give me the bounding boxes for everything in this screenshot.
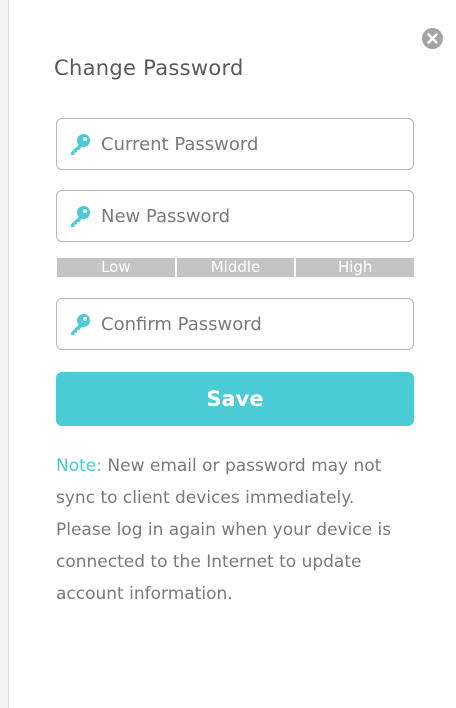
note-text: Note: New email or password may not sync… bbox=[56, 450, 401, 610]
current-password-field[interactable] bbox=[56, 118, 414, 170]
note-label: Note: bbox=[56, 456, 102, 476]
save-button[interactable]: Save bbox=[56, 372, 414, 426]
current-password-input[interactable] bbox=[101, 119, 401, 169]
key-icon bbox=[71, 206, 90, 227]
close-icon[interactable] bbox=[422, 28, 443, 49]
dialog-title: Change Password bbox=[54, 56, 244, 80]
strength-high: High bbox=[294, 258, 414, 277]
new-password-field[interactable] bbox=[56, 190, 414, 242]
strength-middle: Middle bbox=[174, 258, 295, 277]
key-icon bbox=[71, 314, 90, 335]
strength-low: Low bbox=[101, 258, 131, 276]
confirm-password-input[interactable] bbox=[101, 299, 401, 349]
confirm-password-field[interactable] bbox=[56, 298, 414, 350]
password-strength-meter: Low Middle High bbox=[57, 258, 414, 277]
note-body: New email or password may not sync to cl… bbox=[56, 456, 392, 604]
key-icon bbox=[71, 134, 90, 155]
change-password-dialog: Change Password Low Middle High Save Not… bbox=[8, 0, 456, 708]
new-password-input[interactable] bbox=[101, 191, 401, 241]
